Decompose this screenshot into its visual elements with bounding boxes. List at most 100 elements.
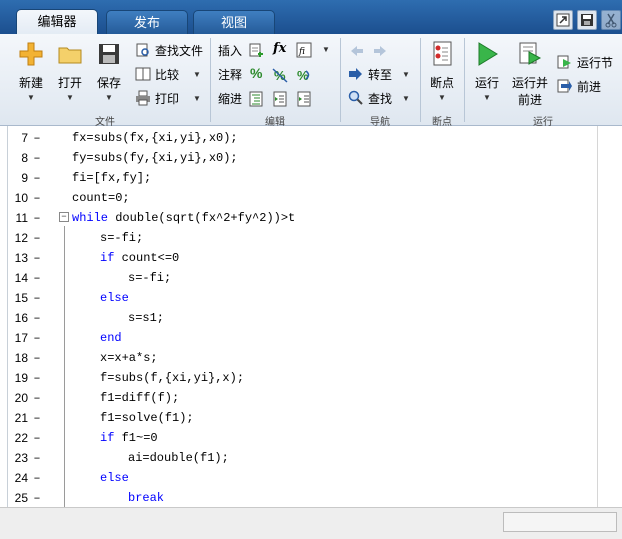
code-line[interactable]: 19– f=subs(f,{xi,yi},x);	[8, 368, 608, 388]
breakpoint-marker[interactable]: –	[32, 231, 42, 245]
find-files-button[interactable]: 查找文件	[135, 41, 203, 59]
breakpoint-marker[interactable]: –	[32, 431, 42, 445]
breakpoint-marker[interactable]: –	[32, 271, 42, 285]
line-number: 11	[15, 211, 28, 225]
group-separator	[210, 38, 211, 122]
code-line[interactable]: 17– end	[8, 328, 608, 348]
line-number: 21	[14, 411, 28, 425]
chevron-down-icon: ▼	[193, 69, 201, 79]
forward-arrow-icon[interactable]	[372, 43, 388, 59]
advance-button[interactable]: 前进	[557, 77, 601, 95]
run-and-advance-button[interactable]: 运行并 前进	[508, 40, 552, 108]
code-text: ai=double(f1);	[128, 451, 229, 465]
insert-function-icon[interactable]: fx	[273, 41, 286, 56]
breakpoint-marker[interactable]: –	[32, 391, 42, 405]
line-number: 17	[14, 331, 28, 345]
code-line[interactable]: 14– s=-fi;	[8, 268, 608, 288]
group-separator	[420, 38, 421, 122]
open-button[interactable]: 打开 ▼	[53, 40, 87, 102]
line-number: 14	[14, 271, 28, 285]
code-token: f1=diff(f);	[100, 391, 180, 405]
code-line[interactable]: 21– f1=solve(f1);	[8, 408, 608, 428]
search-icon	[348, 90, 364, 106]
insert-fi-icon[interactable]: fi	[296, 42, 312, 58]
code-text: s=-fi;	[100, 231, 143, 245]
tab-view[interactable]: 视图	[193, 10, 275, 34]
compare-button[interactable]: 比较 ▼	[135, 65, 201, 83]
code-line[interactable]: 7– fx=subs(fx,{xi,yi},x0);	[8, 128, 608, 148]
find-button[interactable]: 查找 ▼	[348, 89, 410, 107]
group-separator	[464, 38, 465, 122]
increase-indent-icon[interactable]	[296, 91, 312, 107]
breakpoint-marker[interactable]: –	[32, 191, 42, 205]
line-number: 7	[21, 131, 28, 145]
quick-access-save-icon[interactable]	[577, 10, 597, 30]
line-number: 20	[14, 391, 28, 405]
code-line[interactable]: 11– − while double(sqrt(fx^2+fy^2))>t	[8, 208, 608, 228]
run-button[interactable]: 运行 ▼	[470, 40, 504, 102]
breakpoint-marker[interactable]: –	[32, 311, 42, 325]
code-token: double(sqrt(fx^2+fy^2))>t	[108, 211, 296, 225]
breakpoint-marker[interactable]: –	[32, 331, 42, 345]
code-line[interactable]: 9– fi=[fx,fy];	[8, 168, 608, 188]
code-editor[interactable]: 7– fx=subs(fx,{xi,yi},x0); 8– fy=subs(fy,{x…	[7, 126, 622, 516]
code-line[interactable]: 22– if f1~=0	[8, 428, 608, 448]
wrap-comments-icon[interactable]: %	[296, 67, 312, 83]
tab-publish[interactable]: 发布	[106, 10, 188, 34]
keyword: if	[100, 251, 115, 265]
breakpoints-button[interactable]: 断点 ▼	[425, 40, 459, 102]
tab-editor[interactable]: 编辑器	[16, 9, 98, 35]
code-line[interactable]: 20– f1=diff(f);	[8, 388, 608, 408]
code-line[interactable]: 13– if count<=0	[8, 248, 608, 268]
insert-section-icon[interactable]	[248, 42, 264, 58]
code-line[interactable]: 16– s=s1;	[8, 308, 608, 328]
breakpoint-marker[interactable]: –	[32, 451, 42, 465]
breakpoint-marker[interactable]: –	[32, 411, 42, 425]
code-line[interactable]: 8– fy=subs(fy,{xi,yi},x0);	[8, 148, 608, 168]
print-button[interactable]: 打印 ▼	[135, 89, 201, 107]
code-text: f1=diff(f);	[100, 391, 179, 405]
breakpoint-marker[interactable]: –	[32, 371, 42, 385]
code-line[interactable]: 15– else	[8, 288, 608, 308]
code-text: s=-fi;	[128, 271, 171, 285]
line-number: 10	[14, 191, 28, 205]
breakpoint-marker[interactable]: –	[32, 251, 42, 265]
breakpoint-marker[interactable]: –	[32, 351, 42, 365]
code-line[interactable]: 18– x=x+a*s;	[8, 348, 608, 368]
new-button[interactable]: 新建 ▼	[14, 40, 48, 102]
breakpoint-marker[interactable]: –	[32, 471, 42, 485]
code-line[interactable]: 23– ai=double(f1);	[8, 448, 608, 468]
keyword: while	[72, 211, 109, 225]
chevron-down-icon: ▼	[402, 93, 410, 103]
save-button[interactable]: 保存 ▼	[92, 40, 126, 102]
breakpoint-marker[interactable]: –	[32, 291, 42, 305]
code-line[interactable]: 24– else	[8, 468, 608, 488]
breakpoints-label: 断点	[429, 76, 454, 90]
quick-access-cut-icon[interactable]	[601, 10, 621, 30]
decrease-indent-icon[interactable]	[272, 91, 288, 107]
comment-button[interactable]: 注释	[218, 65, 242, 83]
run-section-button[interactable]: 运行节	[557, 53, 613, 71]
toolstrip-tab-bar: 编辑器 发布 视图	[0, 0, 622, 35]
run-play-icon	[473, 40, 501, 68]
breakpoint-marker[interactable]: –	[32, 131, 42, 145]
fold-collapse-icon[interactable]: −	[59, 212, 69, 222]
breakpoint-marker[interactable]: –	[32, 211, 42, 225]
comment-percent-icon[interactable]: %	[250, 65, 262, 81]
insert-button[interactable]: 插入	[218, 41, 242, 59]
indent-button[interactable]: 缩进	[218, 89, 242, 107]
quick-access-undock-icon[interactable]	[553, 10, 573, 30]
code-line[interactable]: 25– break	[8, 488, 608, 508]
find-files-icon	[135, 42, 151, 58]
breakpoint-marker[interactable]: –	[32, 491, 42, 505]
chevron-down-icon[interactable]: ▼	[322, 45, 330, 54]
code-line[interactable]: 12– s=-fi;	[8, 228, 608, 248]
breakpoint-marker[interactable]: –	[32, 151, 42, 165]
goto-button[interactable]: 转至 ▼	[348, 65, 410, 83]
smart-indent-icon[interactable]	[248, 91, 264, 107]
code-line[interactable]: 10– count=0;	[8, 188, 608, 208]
uncomment-icon[interactable]: %	[272, 67, 288, 83]
breakpoint-marker[interactable]: –	[32, 171, 42, 185]
compare-label: 比较	[155, 67, 180, 82]
back-arrow-icon[interactable]	[349, 43, 365, 59]
